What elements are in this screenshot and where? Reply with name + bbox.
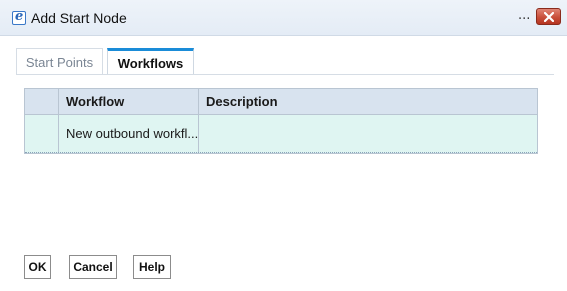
column-header-workflow[interactable]: Workflow [59, 89, 199, 114]
description-cell[interactable] [199, 115, 537, 152]
cancel-button[interactable]: Cancel [69, 255, 117, 279]
title-bar[interactable]: e Add Start Node ... [0, 0, 567, 36]
close-icon [544, 12, 554, 22]
tab-workflows[interactable]: Workflows [107, 48, 194, 75]
table-row[interactable]: New outbound workfl... [25, 115, 537, 153]
workflows-grid: Workflow Description New outbound workfl… [24, 88, 538, 154]
grid-header: Workflow Description [25, 89, 537, 115]
tab-start-points[interactable]: Start Points [16, 48, 103, 75]
dialog-window: e Add Start Node ... Start Points Workfl… [0, 0, 567, 291]
ok-button[interactable]: OK [24, 255, 51, 279]
workflow-cell[interactable]: New outbound workfl... [59, 115, 199, 152]
ellipsis-text: ... [518, 8, 531, 23]
close-button[interactable] [536, 8, 561, 25]
row-selector[interactable] [25, 115, 59, 152]
app-e-icon: e [12, 9, 26, 25]
window-title: Add Start Node [31, 10, 127, 26]
tab-divider [16, 74, 554, 75]
select-column-header [25, 89, 59, 114]
column-header-description[interactable]: Description [199, 89, 537, 114]
help-button[interactable]: Help [133, 255, 171, 279]
